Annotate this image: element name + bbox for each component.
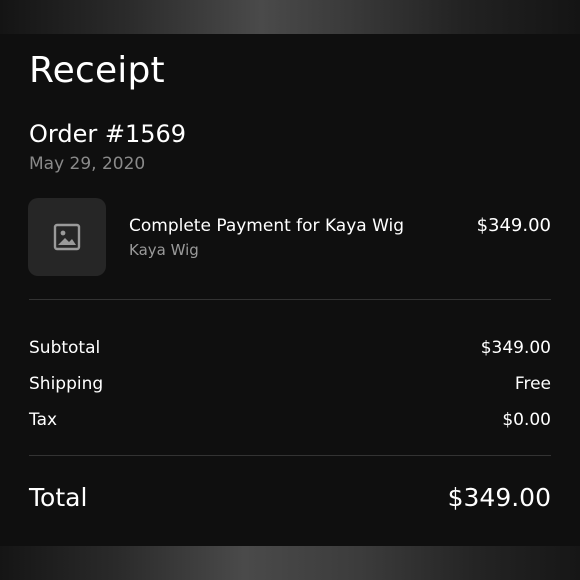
total-value: $349.00 <box>447 482 551 512</box>
page-title: Receipt <box>29 50 165 91</box>
total-row: Total $349.00 <box>29 480 551 514</box>
order-number: Order #1569 <box>29 120 187 148</box>
total-label: Total <box>29 482 88 512</box>
tax-row: Tax $0.00 <box>29 408 551 432</box>
bottom-background-strip <box>0 546 580 580</box>
order-date: May 29, 2020 <box>29 154 146 174</box>
item-name: Complete Payment for Kaya Wig <box>129 216 405 236</box>
item-variant: Kaya Wig <box>129 241 199 259</box>
subtotal-label: Subtotal <box>29 338 101 358</box>
item-price: $349.00 <box>476 215 551 236</box>
image-placeholder-icon <box>53 223 81 251</box>
receipt-sheet: Receipt Order #1569 May 29, 2020 Complet… <box>0 34 580 546</box>
divider <box>29 455 551 456</box>
tax-value: $0.00 <box>502 410 551 430</box>
item-thumbnail <box>28 198 106 276</box>
subtotal-value: $349.00 <box>480 338 551 358</box>
shipping-row: Shipping Free <box>29 372 551 396</box>
tax-label: Tax <box>29 410 58 430</box>
shipping-label: Shipping <box>29 374 104 394</box>
subtotal-row: Subtotal $349.00 <box>29 336 551 360</box>
shipping-value: Free <box>514 374 551 394</box>
divider <box>29 299 551 300</box>
top-background-strip <box>0 0 580 34</box>
